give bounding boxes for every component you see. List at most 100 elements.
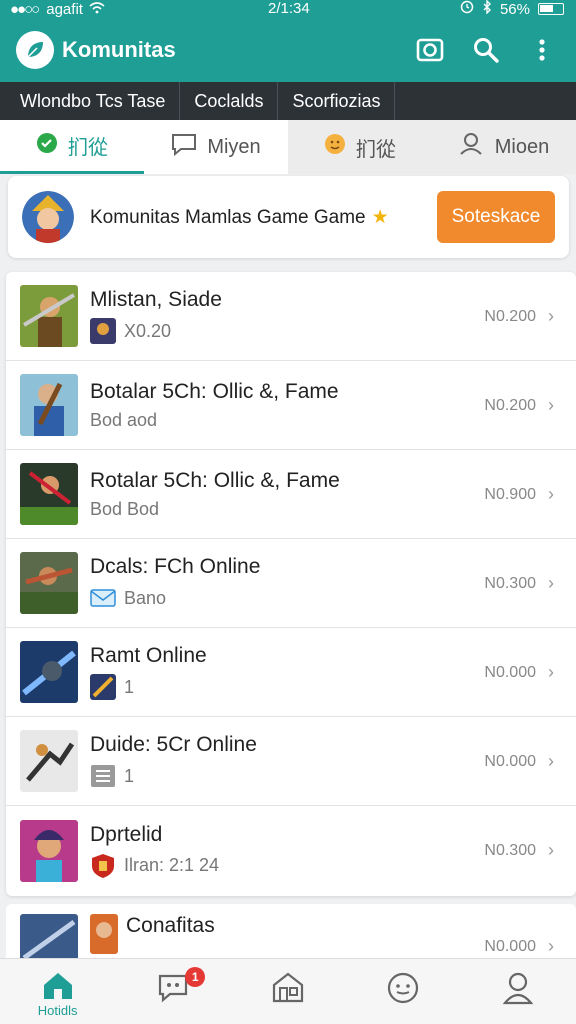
list-item[interactable]: Dprtelid Ilran: 2:1 24 N0.300 › (6, 806, 576, 895)
game-subtitle: X0.20 (124, 320, 172, 341)
app-bar: Komunitas (0, 18, 576, 82)
nav-home[interactable]: Hotidls (0, 959, 115, 1024)
tab-profile[interactable]: Mioen (432, 120, 576, 174)
avatar (90, 914, 118, 954)
tab-messages[interactable]: Miyen (144, 120, 288, 174)
game-value: N0.900 (484, 485, 536, 503)
game-thumbnail (20, 374, 78, 436)
chevron-right-icon: › (548, 306, 554, 326)
list-item[interactable]: Dcals: FCh Online Bano N0.300 › (6, 539, 576, 628)
user-icon (503, 972, 534, 1005)
home-icon (43, 973, 72, 999)
game-subtitle: Ilran: 2:1 24 (124, 855, 220, 875)
carrier-name: agafit (46, 0, 83, 18)
game-thumbnail (20, 463, 78, 525)
alarm-icon (460, 0, 474, 18)
search-button[interactable] (470, 32, 502, 68)
store-icon (272, 972, 304, 1003)
more-menu-button[interactable] (526, 32, 558, 68)
notification-badge: 1 (185, 967, 206, 987)
category-bar: Wlondbo Tcs Tase Coclalds Scorfiozias (0, 82, 576, 120)
search-icon (474, 38, 499, 63)
battery-icon (538, 3, 564, 15)
leaf-logo-icon (16, 31, 54, 69)
game-thumbnail (20, 285, 78, 347)
tab-label: Miyen (207, 135, 261, 158)
tab-label: 扪從 (68, 137, 108, 159)
nav-store[interactable] (230, 959, 345, 1024)
game-thumbnail (20, 819, 78, 882)
game-value: N0.200 (484, 396, 536, 414)
chevron-right-icon: › (548, 662, 554, 682)
smiley-icon (388, 972, 419, 1004)
tab-label: 扪從 (356, 138, 396, 161)
community-banner: Komunitas Mamlas Game Game ★ Soteskace (8, 176, 569, 258)
signal-icon: ●●○○ (10, 0, 40, 18)
chevron-right-icon: › (548, 840, 554, 860)
app-title: Komunitas (62, 37, 176, 62)
chevron-right-icon: › (548, 573, 554, 593)
game-thumbnail (20, 730, 78, 792)
list-item[interactable]: Duide: 5Cr Online 1 N0.000 › (6, 717, 576, 806)
status-bar: ●●○○ agafit 2/1:34 56% (0, 0, 576, 18)
game-value: N0.300 (484, 841, 536, 859)
emoji-icon (324, 133, 346, 161)
game-subtitle: 1 (124, 676, 135, 697)
game-value: N0.300 (484, 574, 536, 592)
document-icon (90, 763, 116, 789)
avatar (22, 191, 74, 243)
banner-title: Komunitas Mamlas Game Game (90, 206, 366, 228)
star-icon: ★ (371, 206, 389, 228)
nav-emoji[interactable] (346, 959, 461, 1024)
message-icon (171, 132, 197, 162)
game-chat-icon (158, 974, 187, 1003)
game-value: N0.000 (484, 937, 536, 955)
game-thumbnail (20, 641, 78, 703)
camera-button[interactable] (414, 32, 446, 68)
list-item[interactable]: Mlistan, Siade X0.20 N0.200 › (6, 272, 576, 361)
list-item[interactable]: Ramt Online 1 N0.000 › (6, 628, 576, 717)
camera-icon (416, 38, 444, 62)
chevron-right-icon: › (548, 751, 554, 771)
chevron-right-icon: › (548, 484, 554, 504)
chevron-right-icon: › (548, 936, 554, 956)
game-list: Mlistan, Siade X0.20 N0.200 › Botalar 5Ch… (6, 272, 576, 896)
more-vert-icon (539, 39, 545, 61)
game-title: Conafitas (126, 914, 215, 937)
tab-chat[interactable]: 扪從 (0, 120, 144, 174)
game-value: N0.000 (484, 752, 536, 770)
game-badge-icon (90, 674, 116, 700)
list-item[interactable]: Rotalar 5Ch: Ollic &, Fame Bod Bod N0.90… (6, 450, 576, 539)
category-item[interactable]: Scorfiozias (278, 82, 396, 120)
category-item[interactable]: Wlondbo Tcs Tase (0, 82, 181, 120)
tab-label: Mioen (494, 135, 550, 158)
bluetooth-icon (482, 0, 492, 18)
list-item[interactable]: Botalar 5Ch: Ollic &, Fame Bod aod N0.20… (6, 361, 576, 450)
game-list-next: Conafitas N0.000 › (6, 904, 576, 964)
wifi-icon (89, 1, 105, 18)
clock: 2/1:34 (268, 0, 310, 17)
game-value: N0.000 (484, 663, 536, 681)
nav-home-label: Hotidls (37, 1003, 78, 1018)
nav-profile[interactable] (461, 959, 576, 1024)
game-subtitle: Bod aod (90, 409, 158, 430)
game-thumbnail (20, 552, 78, 614)
category-item[interactable]: Coclalds (180, 82, 279, 120)
game-subtitle: Bano (124, 587, 167, 608)
person-icon (459, 132, 485, 162)
chevron-right-icon: › (548, 395, 554, 415)
game-subtitle: 1 (124, 765, 135, 786)
list-item[interactable]: Conafitas N0.000 › (6, 904, 576, 964)
game-value: N0.200 (484, 307, 536, 325)
nav-chat[interactable]: 1 (115, 959, 230, 1024)
tab-emoji[interactable]: 扪從 (288, 120, 432, 174)
banner-action-button[interactable]: Soteskace (437, 191, 555, 243)
mail-icon (90, 585, 116, 611)
game-subtitle: Bod Bod (90, 498, 160, 519)
battery-percent: 56% (499, 0, 530, 18)
shield-icon (90, 853, 116, 879)
bottom-nav: Hotidls 1 (0, 958, 576, 1024)
tab-bar: 扪從 Miyen 扪從 Mioen (0, 120, 576, 174)
chat-bubble-icon (36, 132, 58, 160)
game-thumbnail (20, 914, 78, 964)
